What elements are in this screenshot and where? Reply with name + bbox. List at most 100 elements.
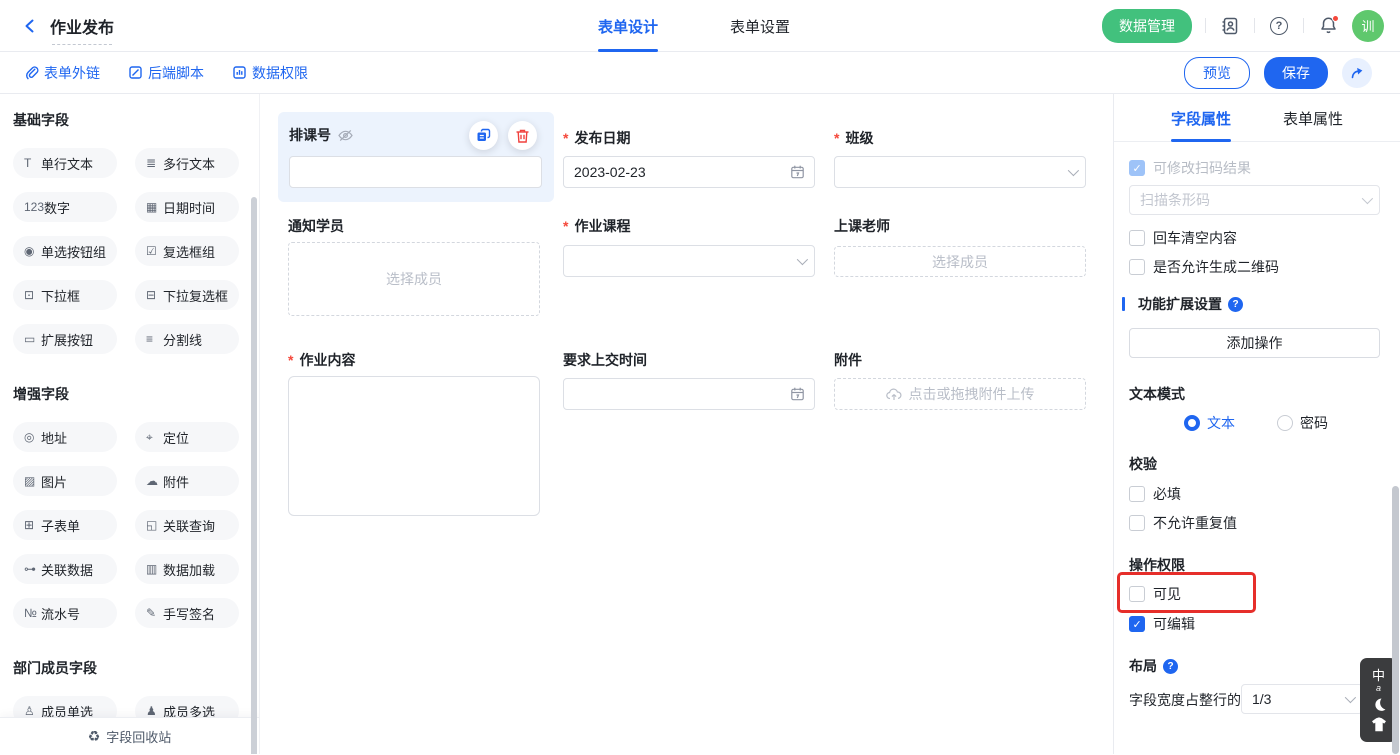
delete-field-button[interactable]	[508, 121, 537, 150]
sidebar-item-linked-query[interactable]: ◱ 关联查询	[135, 510, 239, 540]
modify-scan-result-checkbox[interactable]	[1129, 160, 1145, 176]
checkbox-row-clear-on-enter[interactable]: 回车清空内容	[1129, 228, 1237, 248]
field-attachment[interactable]: 附件 点击或拖拽附件上传	[834, 353, 1086, 410]
serial-icon: №	[24, 607, 41, 619]
text-radio[interactable]	[1184, 415, 1200, 431]
sidebar-item-datetime[interactable]: ▦ 日期时间	[135, 192, 239, 222]
checkbox-row-no-duplicate[interactable]: 不允许重复值	[1129, 513, 1237, 533]
help-icon[interactable]: ?	[1268, 15, 1290, 37]
form-canvas[interactable]: 排课号 发布日期 2023-02-23	[260, 94, 1113, 754]
dark-mode-moon-icon[interactable]	[1371, 697, 1387, 713]
sidebar-item-divider[interactable]: ≡ 分割线	[135, 324, 239, 354]
clear-on-enter-checkbox[interactable]	[1129, 230, 1145, 246]
data-manage-button[interactable]: 数据管理	[1102, 9, 1192, 43]
sidebar-item-linked-data[interactable]: ⊶ 关联数据	[13, 554, 117, 584]
tab-form-settings[interactable]: 表单设置	[730, 0, 790, 52]
page-title[interactable]: 作业发布	[50, 20, 114, 37]
class-select[interactable]	[834, 156, 1086, 188]
sidebar-item-member-single[interactable]: ♙ 成员单选	[13, 696, 117, 717]
checkbox-row-required[interactable]: 必填	[1129, 484, 1181, 504]
sidebar-item-single-line-text[interactable]: T 单行文本	[13, 148, 117, 178]
multi-line-text-icon: ≣	[146, 157, 163, 169]
checkbox-row-modify-scan-result[interactable]: 可修改扫码结果	[1129, 158, 1251, 178]
panel-scrollbar-thumb[interactable]	[1392, 486, 1399, 754]
sidebar-item-multi-line-text[interactable]: ≣ 多行文本	[135, 148, 239, 178]
scan-type-select[interactable]: 扫描条形码	[1129, 185, 1380, 215]
theme-shirt-icon[interactable]	[1371, 717, 1387, 732]
back-button[interactable]	[18, 14, 42, 38]
sidebar-item-radio-group[interactable]: ◉ 单选按钮组	[13, 236, 117, 266]
field-recycle-bin[interactable]: ♻ 字段回收站	[0, 717, 259, 754]
checkbox-row-editable[interactable]: 可编辑	[1129, 614, 1195, 634]
chevron-down-icon	[797, 254, 808, 265]
sidebar-item-extend-button[interactable]: ▭ 扩展按钮	[13, 324, 117, 354]
notification-bell-icon[interactable]	[1317, 15, 1339, 37]
checkbox-row-visible[interactable]: 可见	[1129, 584, 1181, 604]
avatar[interactable]: 训	[1352, 10, 1384, 42]
sidebar-item-number[interactable]: 123 数字	[13, 192, 117, 222]
sidebar-item-member-multi[interactable]: ♟ 成员多选	[135, 696, 239, 717]
radio-text-option[interactable]: 文本	[1184, 413, 1235, 433]
data-permission-link[interactable]: 数据权限	[232, 63, 308, 83]
form-toolbar: 表单外链 后端脚本 数据权限 预览 保存	[0, 52, 1400, 94]
radio-password-option[interactable]: 密码	[1277, 413, 1328, 433]
language-toggle-icon[interactable]: 中	[1372, 669, 1385, 683]
help-question-icon[interactable]: ?	[1163, 659, 1178, 674]
sidebar-item-location[interactable]: ⌖ 定位	[135, 422, 239, 452]
share-button[interactable]	[1342, 58, 1372, 88]
paperclip-icon	[24, 65, 39, 80]
field-notify-students[interactable]: 通知学员 选择成员	[288, 219, 540, 316]
sidebar-item-image[interactable]: ▨ 图片	[13, 466, 117, 496]
tab-form-properties[interactable]: 表单属性	[1283, 94, 1343, 142]
sidebar-item-subform[interactable]: ⊞ 子表单	[13, 510, 117, 540]
field-class[interactable]: 班级	[834, 131, 1086, 188]
allow-qrcode-checkbox[interactable]	[1129, 259, 1145, 275]
copy-field-button[interactable]	[469, 121, 498, 150]
section-title-extension-settings: 功能扩展设置 ?	[1122, 294, 1243, 314]
publish-date-input[interactable]: 2023-02-23	[563, 156, 815, 188]
no-duplicate-checkbox[interactable]	[1129, 515, 1145, 531]
notify-students-picker[interactable]: 选择成员	[288, 242, 540, 316]
teacher-picker[interactable]: 选择成员	[834, 246, 1086, 277]
language-secondary-icon[interactable]: a	[1376, 684, 1381, 693]
sidebar-item-data-load[interactable]: ▥ 数据加载	[135, 554, 239, 584]
tab-form-design[interactable]: 表单设计	[598, 0, 658, 52]
checkbox-icon: ☑	[146, 245, 163, 257]
sidebar-item-signature[interactable]: ✎ 手写签名	[135, 598, 239, 628]
required-checkbox[interactable]	[1129, 486, 1145, 502]
paike-no-input[interactable]	[289, 156, 542, 188]
tab-field-properties[interactable]: 字段属性	[1171, 94, 1231, 142]
field-submit-deadline[interactable]: 要求上交时间	[563, 353, 815, 410]
attachment-upload-box[interactable]: 点击或拖拽附件上传	[834, 378, 1086, 410]
field-homework-course[interactable]: 作业课程	[563, 219, 815, 277]
backend-script-link[interactable]: 后端脚本	[128, 63, 204, 83]
password-radio[interactable]	[1277, 415, 1293, 431]
help-question-icon[interactable]: ?	[1228, 297, 1243, 312]
field-homework-content[interactable]: 作业内容	[288, 353, 540, 516]
editable-checkbox[interactable]	[1129, 616, 1145, 632]
sidebar-item-checkbox-group[interactable]: ☑ 复选框组	[135, 236, 239, 266]
homework-course-select[interactable]	[563, 245, 815, 277]
checkbox-row-allow-qrcode[interactable]: 是否允许生成二维码	[1129, 257, 1279, 277]
field-paike-no-selected[interactable]: 排课号	[278, 112, 554, 202]
visible-checkbox[interactable]	[1129, 586, 1145, 602]
sidebar-scrollbar-thumb[interactable]	[251, 197, 257, 754]
field-teacher[interactable]: 上课老师 选择成员	[834, 219, 1086, 277]
preview-button[interactable]: 预览	[1184, 57, 1250, 89]
form-external-link[interactable]: 表单外链	[24, 63, 100, 83]
contacts-icon[interactable]	[1219, 15, 1241, 37]
data-bars-icon	[232, 65, 247, 80]
field-publish-date[interactable]: 发布日期 2023-02-23	[563, 131, 815, 188]
save-button[interactable]: 保存	[1264, 57, 1328, 89]
homework-content-textarea[interactable]	[288, 376, 540, 516]
sidebar-item-serial-number[interactable]: № 流水号	[13, 598, 117, 628]
section-title-validation: 校验	[1129, 454, 1157, 474]
sidebar-item-select[interactable]: ⊡ 下拉框	[13, 280, 117, 310]
add-action-button[interactable]: 添加操作	[1129, 328, 1380, 358]
sidebar-item-attachment[interactable]: ☁ 附件	[135, 466, 239, 496]
field-width-select[interactable]: 1/3	[1241, 684, 1363, 714]
sidebar-item-address[interactable]: ◎ 地址	[13, 422, 117, 452]
chevron-left-icon	[22, 18, 38, 34]
submit-deadline-input[interactable]	[563, 378, 815, 410]
sidebar-item-multi-select[interactable]: ⊟ 下拉复选框	[135, 280, 239, 310]
